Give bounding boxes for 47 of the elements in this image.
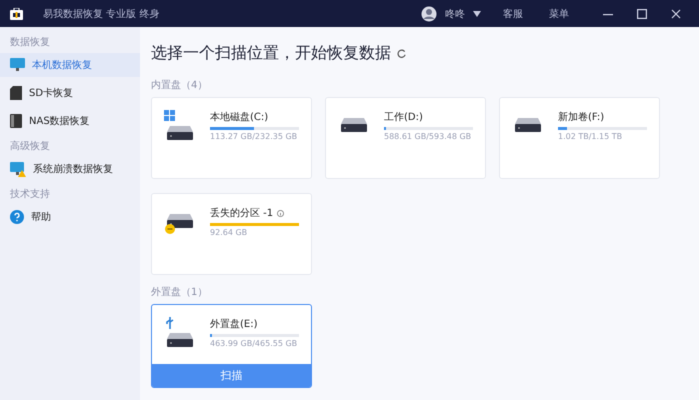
- window-title: 易我数据恢复 专业版 终身: [43, 8, 160, 20]
- sidebar-item[interactable]: NAS数据恢复: [0, 109, 140, 133]
- disk-size: 463.99 GB/465.55 GB: [210, 339, 298, 348]
- sidebar-item-label: 本机数据恢复: [32, 58, 92, 72]
- sidebar-item-label: NAS数据恢复: [29, 114, 90, 128]
- disk-name: 本地磁盘(C:): [210, 110, 268, 124]
- disk-card[interactable]: 外置盘(E:) 463.99 GB/465.55 GB 扫描: [151, 304, 312, 388]
- refresh-icon[interactable]: [397, 49, 406, 58]
- group-label: 内置盘（4）: [151, 78, 208, 92]
- disk-card[interactable]: 丢失的分区 -1 92.64 GB: [151, 193, 312, 275]
- user-avatar-icon[interactable]: [421, 6, 437, 22]
- page-heading: 选择一个扫描位置，开始恢复数据: [151, 43, 391, 64]
- disk-card[interactable]: 本地磁盘(C:) 113.27 GB/232.35 GB: [151, 97, 312, 179]
- sd-card-icon: [10, 86, 22, 100]
- user-name[interactable]: 咚咚: [445, 6, 465, 20]
- monitor-icon: [10, 58, 25, 72]
- section-label: 高级恢复: [9, 140, 51, 154]
- disk-size: 1.02 TB/1.15 TB: [558, 132, 624, 141]
- caret-icon[interactable]: [473, 10, 481, 16]
- close-icon: [671, 8, 681, 18]
- group-label: 外置盘（1）: [151, 286, 208, 299]
- menu-link[interactable]: 客服: [503, 6, 523, 20]
- monitor-warning-icon: [10, 162, 26, 176]
- sidebar-item-label: 帮助: [31, 210, 51, 224]
- disk-name: 工作(D:): [384, 111, 423, 124]
- section-label: 技术支持: [9, 188, 51, 202]
- disk-name: 外置盘(E:): [210, 318, 258, 331]
- sidebar-item[interactable]: 系统崩溃数据恢复: [0, 157, 140, 181]
- disk-name: 新加卷(F:): [558, 110, 604, 124]
- disk-size: 588.61 GB/593.48 GB: [384, 132, 472, 141]
- menu-link[interactable]: 菜单: [549, 6, 569, 20]
- disk-card[interactable]: 新加卷(F:) 1.02 TB/1.15 TB: [499, 97, 660, 179]
- info-icon[interactable]: [277, 210, 284, 216]
- disk-size: 113.27 GB/232.35 GB: [210, 132, 298, 141]
- section-label: 数据恢复: [9, 36, 51, 50]
- help-icon: [10, 210, 24, 224]
- toolbox-logo-icon: [10, 8, 23, 20]
- sidebar-item[interactable]: 帮助: [0, 205, 140, 229]
- sidebar-item[interactable]: 本机数据恢复: [0, 53, 140, 77]
- server-icon: [10, 114, 22, 128]
- sidebar-item[interactable]: SD卡恢复: [0, 81, 140, 105]
- sidebar-item-label: SD卡恢复: [29, 86, 74, 100]
- disk-name: 丢失的分区 -1: [210, 206, 274, 220]
- disk-card[interactable]: 工作(D:) 588.61 GB/593.48 GB: [325, 97, 486, 179]
- disk-size: 92.64 GB: [210, 228, 248, 237]
- sidebar-item-label: 系统崩溃数据恢复: [33, 162, 113, 176]
- maximize-icon: [637, 8, 647, 18]
